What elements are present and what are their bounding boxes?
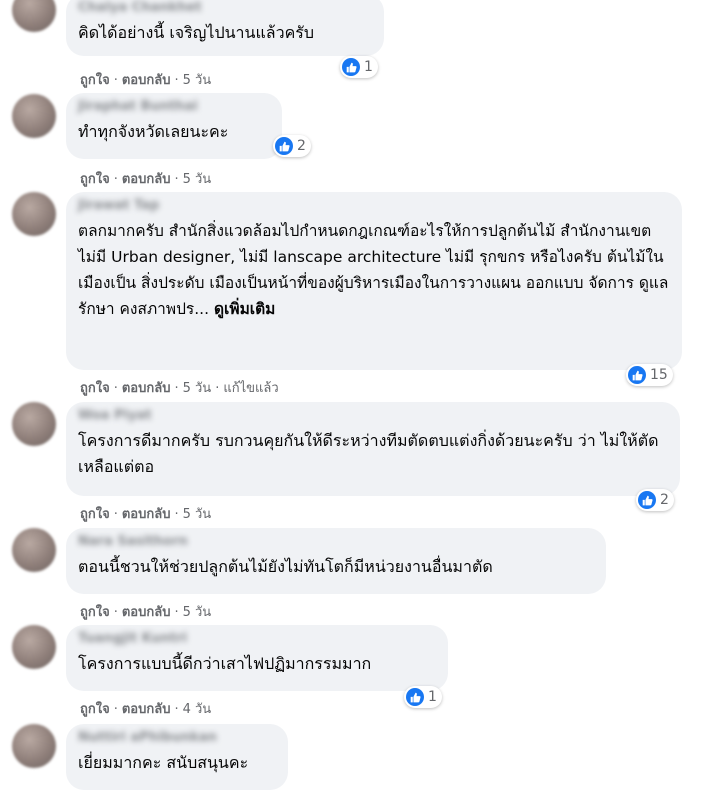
comment-author[interactable]: Tuangjit Kuntri <box>78 631 436 649</box>
comment-actions: ถูกใจ · ตอบกลับ · 4 วัน <box>80 702 212 717</box>
comment-author[interactable]: Jiraphat Bunthai <box>78 99 270 117</box>
reaction-count: 15 <box>650 367 668 383</box>
like-button[interactable]: ถูกใจ <box>80 507 110 522</box>
comment-bubble: Tuangjit Kuntri โครงการแบบนี้ดีกว่าเสาไฟ… <box>66 625 448 691</box>
avatar[interactable] <box>12 625 56 669</box>
timestamp[interactable]: 5 วัน <box>183 381 212 396</box>
reply-button[interactable]: ตอบกลับ <box>122 702 171 717</box>
comment-actions: ถูกใจ · ตอบกลับ · 5 วัน <box>80 605 212 620</box>
comment-author[interactable]: Jirawat Tap <box>78 198 670 216</box>
timestamp[interactable]: 5 วัน <box>183 172 212 187</box>
avatar[interactable] <box>12 402 56 446</box>
like-button[interactable]: ถูกใจ <box>80 381 110 396</box>
comment-actions: ถูกใจ · ตอบกลับ · 5 วัน · แก้ไขแล้ว <box>80 381 279 396</box>
comment-bubble: Jirawat Tap ตลกมากครับ สำนักสิ่งแวดล้อมไ… <box>66 192 682 370</box>
reply-button[interactable]: ตอบกลับ <box>122 73 171 88</box>
like-icon <box>638 491 656 509</box>
like-icon <box>406 688 424 706</box>
reaction-count: 1 <box>428 689 437 705</box>
comment-bubble: Woa Piyat โครงการดีมากครับ รบกวนคุยกันให… <box>66 402 680 496</box>
like-icon <box>628 366 646 384</box>
like-button[interactable]: ถูกใจ <box>80 73 110 88</box>
see-more-link[interactable]: ดูเพิ่มเติม <box>214 300 275 318</box>
avatar[interactable] <box>12 724 56 768</box>
comment-author[interactable]: Woa Piyat <box>78 408 668 426</box>
like-button[interactable]: ถูกใจ <box>80 702 110 717</box>
avatar[interactable] <box>12 94 56 138</box>
reaction-summary[interactable]: 2 <box>636 489 674 511</box>
avatar[interactable] <box>12 528 56 572</box>
reaction-summary[interactable]: 1 <box>340 56 378 78</box>
timestamp[interactable]: 5 วัน <box>183 507 212 522</box>
like-button[interactable]: ถูกใจ <box>80 605 110 620</box>
comment-text: โครงการแบบนี้ดีกว่าเสาไฟปฏิมากรรมมาก <box>78 654 372 673</box>
comment-text: ตอนนี้ชวนให้ช่วยปลูกต้นไม้ยังไม่ทันโตก็ม… <box>78 557 493 576</box>
comment-author[interactable]: Nara Sasithorn <box>78 534 594 552</box>
comment-bubble: Nara Sasithorn ตอนนี้ชวนให้ช่วยปลูกต้นไม… <box>66 528 606 594</box>
comment-text: ตลกมากครับ สำนักสิ่งแวดล้อมไปกำหนดกฎเกณฑ… <box>78 222 669 318</box>
avatar[interactable] <box>12 192 56 236</box>
reaction-count: 2 <box>297 138 306 154</box>
comment-bubble: Nuttiri aPhibunkan เยี่ยมมากคะ สนับสนุนค… <box>66 724 288 790</box>
like-icon <box>342 58 360 76</box>
reaction-summary[interactable]: 2 <box>273 135 311 157</box>
timestamp[interactable]: 5 วัน <box>183 605 212 620</box>
reaction-summary[interactable]: 1 <box>404 686 442 708</box>
comment-bubble: Jiraphat Bunthai ทำทุกจังหวัดเลยนะคะ <box>66 93 282 159</box>
comment-author[interactable]: Nuttiri aPhibunkan <box>78 730 276 748</box>
reply-button[interactable]: ตอบกลับ <box>122 507 171 522</box>
comment-actions: ถูกใจ · ตอบกลับ · 5 วัน <box>80 507 212 522</box>
comment-bubble: Chalya Chankhet คิดได้อย่างนี้ เจริญไปนา… <box>66 0 384 56</box>
comment-text: คิดได้อย่างนี้ เจริญไปนานแล้วครับ <box>78 23 315 42</box>
comment-text: เยี่ยมมากคะ สนับสนุนคะ <box>78 753 249 772</box>
reply-button[interactable]: ตอบกลับ <box>122 605 171 620</box>
comment-actions: ถูกใจ · ตอบกลับ · 5 วัน <box>80 73 212 88</box>
edited-label[interactable]: แก้ไขแล้ว <box>223 381 278 396</box>
comment-actions: ถูกใจ · ตอบกลับ · 5 วัน <box>80 172 212 187</box>
reaction-count: 1 <box>364 59 373 75</box>
comment-author[interactable]: Chalya Chankhet <box>78 0 372 18</box>
like-button[interactable]: ถูกใจ <box>80 172 110 187</box>
timestamp[interactable]: 5 วัน <box>183 73 212 88</box>
reaction-count: 2 <box>660 492 669 508</box>
reply-button[interactable]: ตอบกลับ <box>122 381 171 396</box>
reply-button[interactable]: ตอบกลับ <box>122 172 171 187</box>
like-icon <box>275 137 293 155</box>
avatar[interactable] <box>12 0 56 32</box>
reaction-summary[interactable]: 15 <box>626 364 673 386</box>
comment-text: ทำทุกจังหวัดเลยนะคะ <box>78 122 229 141</box>
timestamp[interactable]: 4 วัน <box>183 702 212 717</box>
comment-text: โครงการดีมากครับ รบกวนคุยกันให้ดีระหว่าง… <box>78 431 659 476</box>
